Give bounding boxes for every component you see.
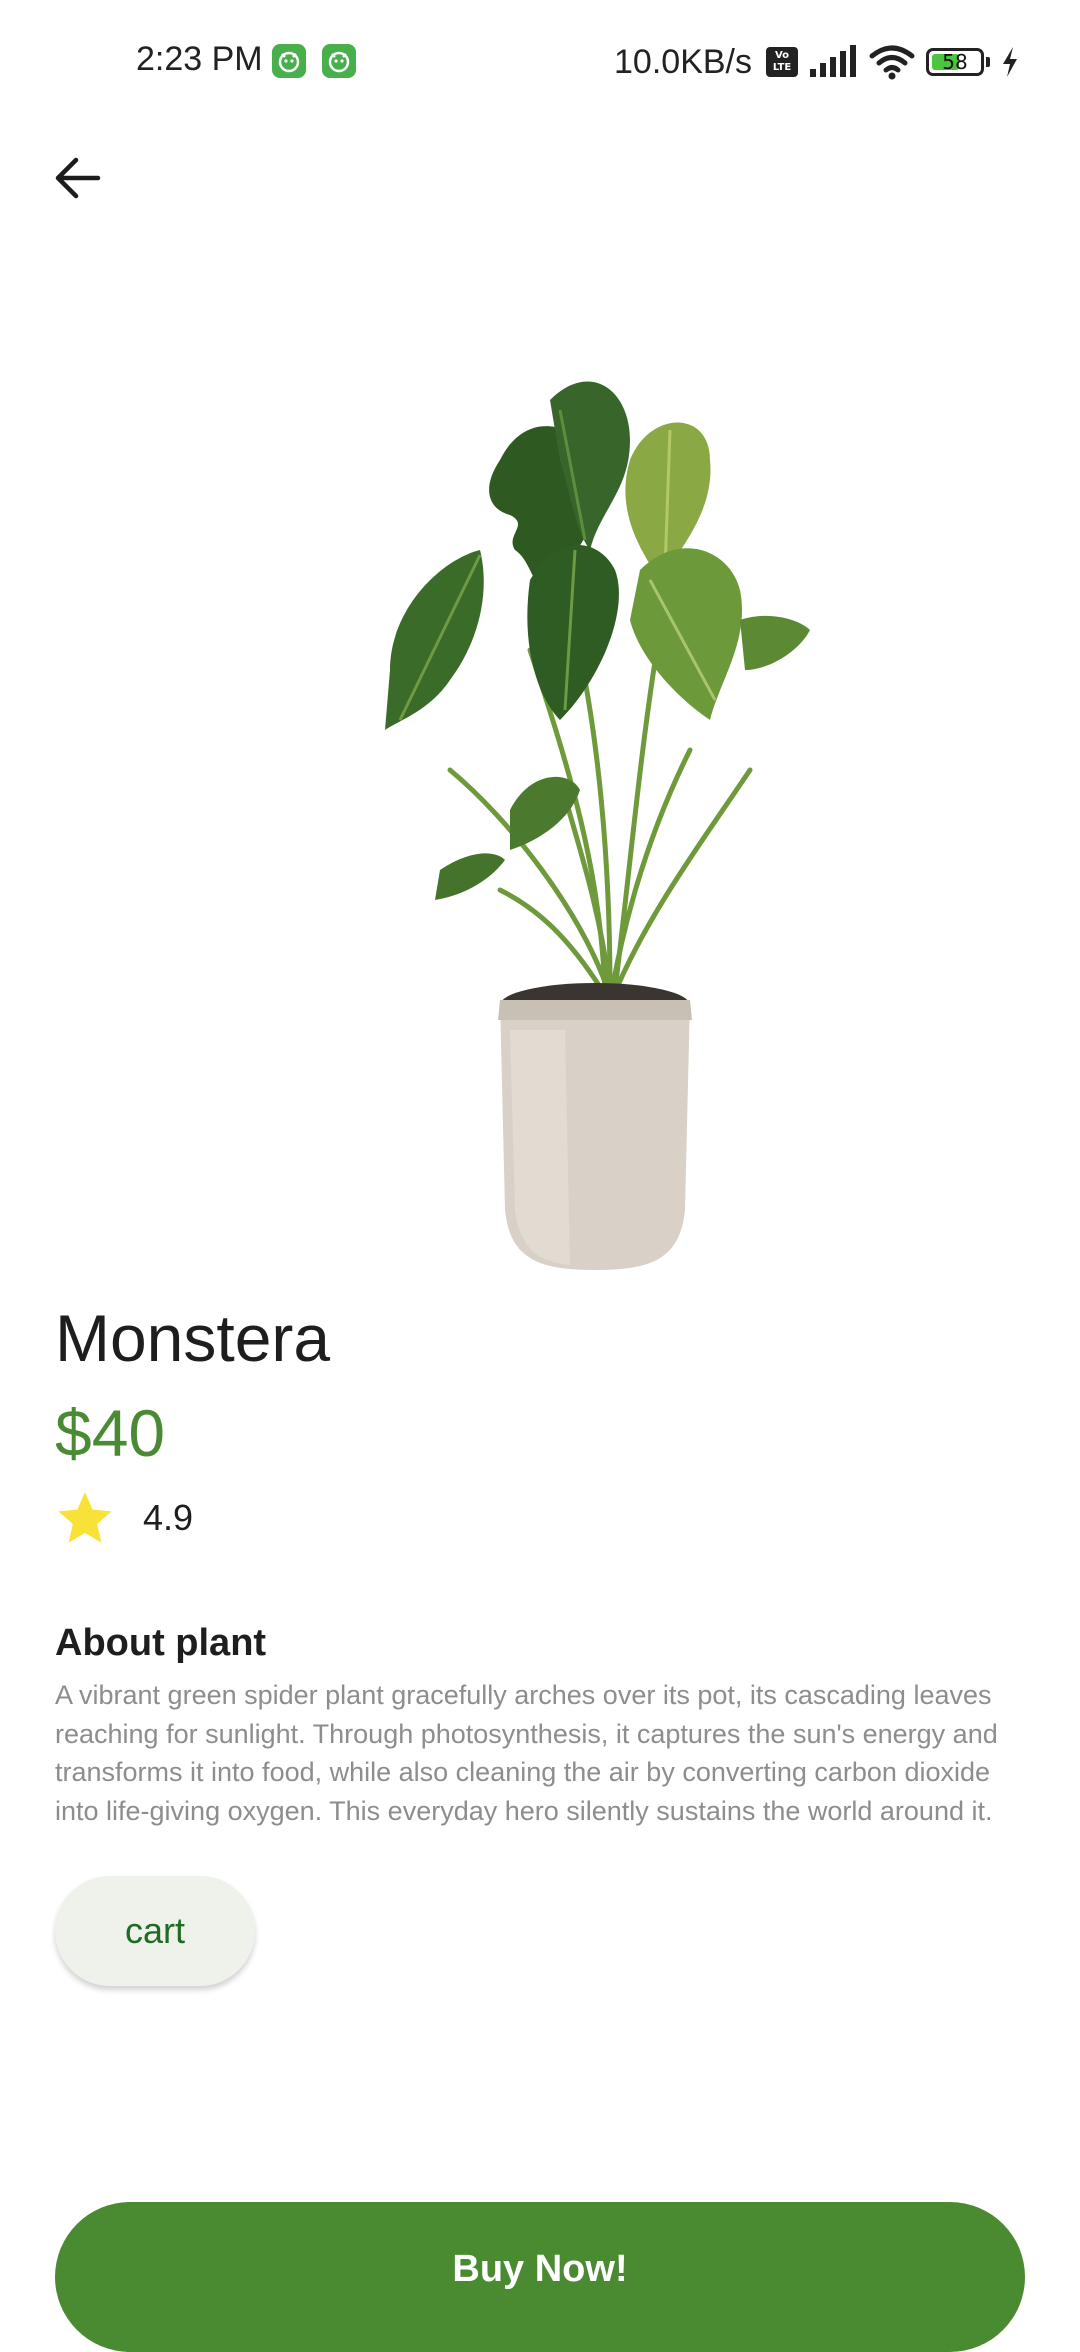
wifi-icon — [869, 45, 915, 80]
battery-icon: 58 — [926, 48, 984, 76]
network-speed: 10.0KB/s — [614, 42, 752, 81]
leaf — [630, 548, 743, 720]
buy-now-button[interactable]: Buy Now! — [55, 2202, 1025, 2352]
product-name: Monstera — [55, 1301, 331, 1375]
rating: 4.9 — [55, 1488, 193, 1548]
about-description: A vibrant green spider plant gracefully … — [55, 1680, 998, 1826]
battery-tip — [986, 57, 990, 67]
leaf — [435, 853, 505, 900]
battery-level: 58 — [942, 50, 968, 74]
rating-value: 4.9 — [143, 1497, 194, 1538]
back-button[interactable] — [50, 150, 106, 206]
app-notification-icon — [272, 44, 306, 78]
product-image — [385, 381, 810, 1270]
status-indicators: 10.0KB/s Vo LTE 58 — [614, 40, 1020, 84]
volte-label-top: Vo — [774, 50, 790, 61]
app-notification-icon — [322, 44, 356, 78]
signal-icon — [810, 45, 856, 77]
star-icon — [58, 1492, 112, 1543]
leaf — [740, 615, 810, 670]
status-bar: 2:23 PM 10.0KB/s Vo LTE 58 — [0, 0, 1080, 126]
arrow-left-icon — [55, 157, 101, 199]
charging-icon — [1003, 47, 1017, 77]
volte-label-bottom: LTE — [772, 62, 792, 73]
volte-icon: Vo LTE — [766, 47, 798, 77]
about-title: About plant — [55, 1622, 267, 1664]
product-price: $40 — [55, 1396, 166, 1470]
status-time: 2:23 PM — [136, 40, 263, 78]
cart-button[interactable]: cart — [55, 1876, 255, 1986]
